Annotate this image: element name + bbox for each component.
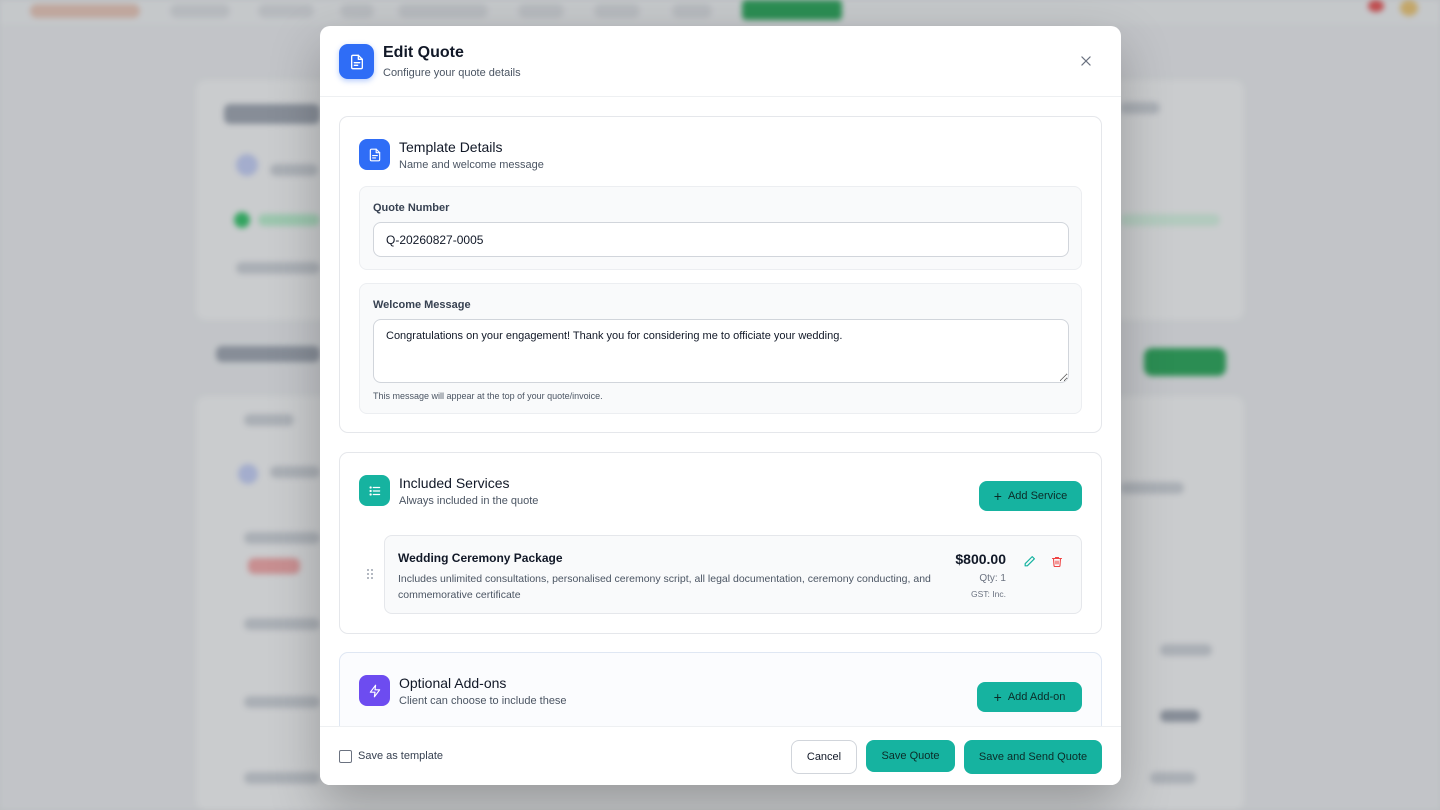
service-gst: GST: Inc. [971, 589, 1006, 599]
included-services-title: Included Services [399, 475, 510, 491]
document-icon [339, 44, 374, 79]
save-as-template-checkbox[interactable] [339, 750, 352, 763]
cancel-button[interactable]: Cancel [791, 740, 857, 774]
modal-header: Edit Quote Configure your quote details [320, 26, 1121, 97]
modal-subtitle: Configure your quote details [383, 67, 521, 79]
welcome-message-label: Welcome Message [373, 299, 471, 311]
optional-addons-section: Optional Add-ons Client can choose to in… [339, 652, 1102, 726]
add-addon-button[interactable]: + Add Add-on [977, 682, 1082, 712]
optional-addons-subtitle: Client can choose to include these [399, 695, 567, 707]
edit-pencil-icon[interactable] [1021, 553, 1037, 569]
list-icon [359, 475, 390, 506]
template-details-section: Template Details Name and welcome messag… [339, 116, 1102, 433]
modal-body[interactable]: Template Details Name and welcome messag… [320, 97, 1121, 726]
template-details-subtitle: Name and welcome message [399, 159, 544, 171]
included-services-section: Included Services Always included in the… [339, 452, 1102, 634]
quote-number-label: Quote Number [373, 202, 450, 214]
service-price: $800.00 [955, 551, 1006, 567]
quote-number-group: Quote Number [359, 186, 1082, 270]
modal-title: Edit Quote [383, 44, 464, 61]
drag-handle-icon[interactable] [366, 567, 374, 581]
included-services-subtitle: Always included in the quote [399, 495, 539, 507]
add-service-label: Add Service [1007, 490, 1068, 502]
template-details-title: Template Details [399, 139, 503, 155]
plus-icon: + [993, 488, 1002, 504]
modal-footer: Save as template Cancel Save Quote Save … [320, 726, 1121, 785]
welcome-message-group: Welcome Message Congratulations on your … [359, 283, 1082, 414]
close-icon[interactable] [1077, 52, 1095, 70]
save-quote-button[interactable]: Save Quote [866, 740, 955, 772]
plus-icon: + [993, 689, 1002, 705]
optional-addons-title: Optional Add-ons [399, 675, 507, 691]
service-name: Wedding Ceremony Package [398, 551, 563, 565]
service-item: Wedding Ceremony Package Includes unlimi… [384, 535, 1082, 614]
add-addon-label: Add Add-on [1007, 691, 1066, 703]
save-and-send-button[interactable]: Save and Send Quote [964, 740, 1102, 774]
save-as-template-label[interactable]: Save as template [358, 750, 443, 762]
delete-trash-icon[interactable] [1049, 553, 1065, 569]
lightning-icon [359, 675, 390, 706]
quote-number-input[interactable] [373, 222, 1069, 257]
edit-quote-modal: Edit Quote Configure your quote details … [320, 26, 1121, 785]
welcome-message-help: This message will appear at the top of y… [373, 391, 603, 401]
welcome-message-textarea[interactable]: Congratulations on your engagement! Than… [373, 319, 1069, 383]
add-service-button[interactable]: + Add Service [979, 481, 1082, 511]
service-description: Includes unlimited consultations, person… [398, 573, 931, 601]
service-qty: Qty: 1 [979, 573, 1006, 584]
document-icon [359, 139, 390, 170]
